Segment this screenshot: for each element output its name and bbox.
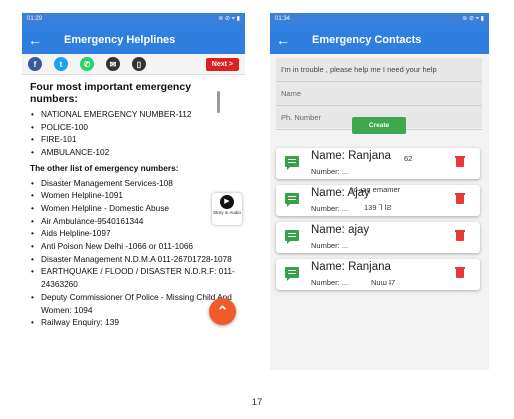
contact-overlay-text: 62: [404, 154, 413, 163]
back-arrow-icon[interactable]: ←: [22, 32, 48, 48]
email-icon[interactable]: ✉: [106, 57, 120, 71]
whatsapp-icon[interactable]: ✆: [80, 57, 94, 71]
main-heading: Four most important emergency numbers:: [30, 81, 192, 105]
sms-icon[interactable]: ▯: [132, 57, 146, 71]
delete-icon[interactable]: [455, 156, 465, 167]
story-audio-label: Story in Audio: [213, 210, 241, 215]
app-bar-title: Emergency Helplines: [64, 33, 176, 46]
list-item[interactable]: AMBULANCE-102: [31, 146, 237, 159]
contact-number: Number: ...: [311, 204, 349, 213]
list-item[interactable]: Aids Helpline-1097: [31, 227, 237, 240]
story-audio-button[interactable]: ▶ Story in Audio: [212, 193, 242, 225]
status-time: 01:29: [27, 16, 43, 22]
list-item[interactable]: Women Helpline - Domestic Abuse: [31, 202, 237, 215]
twitter-icon[interactable]: t: [54, 57, 68, 71]
list-item[interactable]: Anti Poison New Delhi -1066 or 011-1066: [31, 240, 237, 253]
delete-icon[interactable]: [455, 193, 465, 204]
contact-overlay-text: 139 ⅂ ƖƧ: [364, 203, 392, 212]
status-icons: ≋ ⊘ ⌖ ▮: [462, 16, 484, 22]
share-bar: f t ✆ ✉ ▯ Next >: [22, 54, 245, 75]
contact-card[interactable]: Name: Ranjana Number: ... 62: [276, 148, 480, 179]
list-item[interactable]: Disaster Management Services-108: [31, 177, 237, 190]
contact-number: Number: ...: [311, 278, 349, 287]
page-number: 17: [251, 397, 263, 408]
list-item[interactable]: Disaster Management N.D.M.A 011-26701728…: [31, 253, 237, 266]
list-item[interactable]: NATIONAL EMERGENCY NUMBER-112: [31, 108, 237, 121]
contacts-screen: 01:34 ≋ ⊘ ⌖ ▮ ← Emergency Contacts I'm i…: [270, 13, 489, 370]
next-button[interactable]: Next >: [205, 57, 239, 71]
list-item[interactable]: Women Helpline-1091: [31, 189, 237, 202]
contact-overlay-text: Nuɯ ʇ7: [371, 278, 396, 287]
status-time: 01:34: [275, 16, 291, 22]
scroll-up-button[interactable]: ⌃: [209, 298, 236, 325]
app-bar: ← Emergency Contacts: [270, 25, 489, 54]
contact-card[interactable]: Name: ajay Number: ... 139 ⅂ ƖƧ: [276, 203, 480, 253]
list-item[interactable]: FIRE-101: [31, 133, 237, 146]
contact-number: Number: ...: [311, 241, 349, 250]
list-item[interactable]: Railway Enquiry: 139: [31, 316, 237, 329]
create-button[interactable]: Create: [352, 117, 406, 134]
status-bar: 01:29 ≋ ⊘ ⌖ ▮: [22, 13, 245, 25]
facebook-icon[interactable]: f: [28, 57, 42, 71]
top-numbers-list: NATIONAL EMERGENCY NUMBER-112 POLICE-100…: [30, 108, 237, 159]
chevron-up-icon: ⌃: [216, 303, 229, 319]
status-bar: 01:34 ≋ ⊘ ⌖ ▮: [270, 13, 489, 25]
list-item[interactable]: Air Ambulance-9540161344: [31, 215, 237, 228]
message-icon[interactable]: [285, 193, 299, 207]
delete-icon[interactable]: [455, 267, 465, 278]
app-bar-title: Emergency Contacts: [312, 33, 422, 46]
contact-name: Name: ajay: [311, 224, 370, 236]
message-icon[interactable]: [285, 230, 299, 244]
scrollbar-thumb[interactable]: [217, 91, 220, 113]
play-icon: ▶: [220, 195, 234, 209]
contact-number: Number: ...: [311, 167, 349, 176]
contact-name: Name: Ranjana: [311, 261, 391, 273]
list-item[interactable]: Deputy Commissioner Of Police - Missing …: [31, 291, 237, 316]
contact-card[interactable]: Name: Ranjana Number: ... Nuɯ ʇ7: [276, 259, 480, 290]
back-arrow-icon[interactable]: ←: [270, 32, 296, 48]
name-field[interactable]: Name: [276, 82, 482, 106]
sub-heading: The other list of emergency numbers:: [30, 162, 179, 173]
app-bar: ← Emergency Helplines: [22, 25, 245, 54]
other-numbers-list: Disaster Management Services-108 Women H…: [30, 177, 237, 329]
message-field[interactable]: I'm in trouble , please help me I need y…: [276, 58, 482, 82]
message-icon[interactable]: [285, 267, 299, 281]
message-icon[interactable]: [285, 156, 299, 170]
contact-overlay-text: ro ɹəq emamer: [351, 185, 401, 194]
list-item[interactable]: POLICE-100: [31, 121, 237, 134]
list-item[interactable]: EARTHQUAKE / FLOOD / DISASTER N.D.R.F: 0…: [31, 265, 237, 290]
delete-icon[interactable]: [455, 230, 465, 241]
status-icons: ≋ ⊘ ⌖ ▮: [218, 16, 240, 22]
contact-name: Name: Ranjana: [311, 150, 391, 162]
